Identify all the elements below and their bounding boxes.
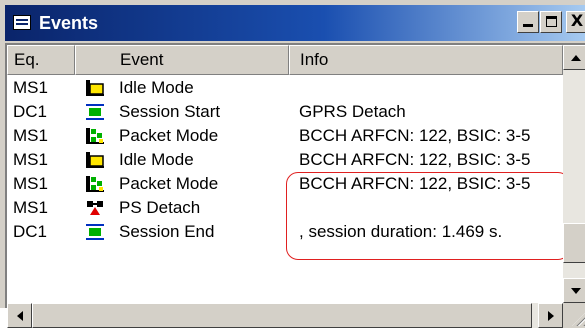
column-header-eq[interactable]: Eq. — [7, 45, 75, 75]
maximize-icon — [545, 16, 557, 27]
vertical-scroll-thumb[interactable] — [563, 223, 585, 263]
scroll-down-button[interactable] — [563, 278, 585, 303]
table-row[interactable]: MS1 Idle Mode — [7, 76, 563, 100]
minimize-button[interactable] — [517, 11, 539, 33]
close-button[interactable]: X — [566, 11, 585, 33]
cell-event: Idle Mode — [119, 150, 194, 169]
events-list: Eq. Event Info MS1 Idle Mode DC1 Session St… — [5, 43, 585, 328]
resize-grip[interactable] — [563, 303, 585, 328]
scroll-left-button[interactable] — [7, 303, 32, 328]
maximize-button[interactable] — [540, 11, 562, 33]
scroll-up-button[interactable] — [563, 45, 585, 70]
window-title: Events — [39, 13, 99, 33]
cell-eq: MS1 — [13, 150, 48, 169]
minimize-icon — [523, 24, 533, 27]
ps-detach-icon — [85, 199, 105, 217]
title-bar[interactable]: Events X — [5, 5, 585, 41]
table-row[interactable]: DC1 Session Start GPRS Detach — [7, 100, 563, 124]
cell-event: Packet Mode — [119, 126, 219, 145]
arrow-left-icon — [17, 311, 23, 321]
idle-mode-icon — [85, 79, 105, 97]
column-header-info[interactable]: Info — [289, 45, 563, 75]
close-icon: X — [570, 11, 584, 30]
table-list-icon[interactable] — [13, 15, 31, 30]
cell-eq: MS1 — [13, 78, 48, 97]
cell-info: GPRS Detach — [299, 102, 406, 121]
horizontal-scroll-thumb[interactable] — [32, 303, 532, 328]
arrow-up-icon — [571, 55, 581, 61]
events-window: Events X Eq. Event Info MS1 Idle Mode DC1 S… — [0, 0, 585, 328]
horizontal-scrollbar[interactable] — [7, 303, 563, 328]
arrow-down-icon — [571, 288, 581, 294]
cell-event: Session End — [119, 222, 215, 241]
highlight-annotation — [286, 172, 570, 260]
arrow-right-icon — [548, 311, 554, 321]
cell-eq: MS1 — [13, 126, 48, 145]
cell-eq: MS1 — [13, 198, 48, 217]
cell-eq: DC1 — [13, 222, 48, 241]
table-row[interactable]: MS1 Packet Mode BCCH ARFCN: 122, BSIC: 3-5 — [7, 124, 563, 148]
cell-eq: DC1 — [13, 102, 48, 121]
idle-mode-icon — [85, 151, 105, 169]
packet-mode-icon — [85, 127, 105, 145]
cell-event: Session Start — [119, 102, 221, 121]
cell-event: Packet Mode — [119, 174, 219, 193]
packet-mode-icon — [85, 175, 105, 193]
list-header: Eq. Event Info — [7, 45, 563, 75]
cell-event: Idle Mode — [119, 78, 194, 97]
cell-info: BCCH ARFCN: 122, BSIC: 3-5 — [299, 126, 531, 145]
session-start-icon — [85, 103, 105, 121]
cell-event: PS Detach — [119, 198, 201, 217]
session-end-icon — [85, 223, 105, 241]
vertical-scrollbar[interactable] — [563, 45, 585, 303]
scroll-right-button[interactable] — [538, 303, 563, 328]
cell-info: BCCH ARFCN: 122, BSIC: 3-5 — [299, 150, 531, 169]
column-header-event[interactable]: Event — [75, 45, 289, 75]
cell-eq: MS1 — [13, 174, 48, 193]
table-row[interactable]: MS1 Idle Mode BCCH ARFCN: 122, BSIC: 3-5 — [7, 148, 563, 172]
